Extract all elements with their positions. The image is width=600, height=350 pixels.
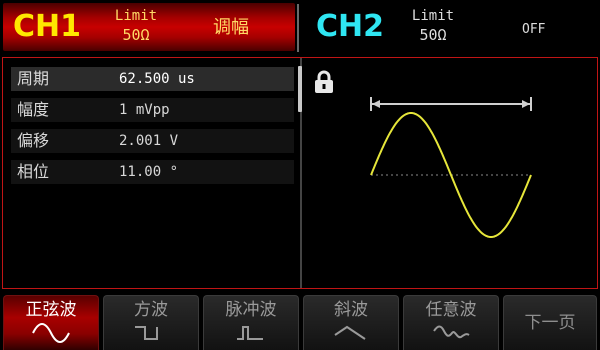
ch2-label: CH2 <box>316 9 384 44</box>
param-row-offset[interactable]: 偏移 2.001 V <box>11 129 294 153</box>
ramp-wave-icon <box>334 325 366 340</box>
channel-divider <box>297 4 299 52</box>
param-value: 2.001 V <box>119 133 179 149</box>
param-name: 周期 <box>17 69 50 88</box>
ch1-limit-label: Limit <box>114 8 158 24</box>
ch1-mode: 调幅 <box>213 17 249 38</box>
softkey-square[interactable]: 方波 <box>103 295 199 350</box>
ch2-panel[interactable]: CH2 Limit 50Ω OFF <box>300 3 597 51</box>
param-value: 1 mVpp <box>119 102 170 118</box>
softkey-label: 正弦波 <box>25 300 77 320</box>
sine-wave-icon <box>32 323 70 343</box>
ch2-output-state: OFF <box>522 22 546 37</box>
softkey-label: 方波 <box>134 300 168 320</box>
softkey-label: 任意波 <box>425 300 477 320</box>
scrollbar-thumb[interactable] <box>298 66 302 112</box>
softkey-pulse[interactable]: 脉冲波 <box>203 295 299 350</box>
param-name: 偏移 <box>17 131 50 150</box>
param-row-phase[interactable]: 相位 11.00 ° <box>11 160 294 184</box>
param-value: 11.00 ° <box>119 164 179 180</box>
softkey-next-page[interactable]: 下一页 <box>503 295 597 350</box>
pulse-wave-icon <box>237 326 263 340</box>
param-name: 相位 <box>17 162 50 181</box>
softkey-sine[interactable]: 正弦波 <box>3 295 99 350</box>
softkey-bar: 正弦波 方波 脉冲波 斜波 任意波 下一页 <box>0 295 600 350</box>
param-row-amplitude[interactable]: 幅度 1 mVpp <box>11 98 294 122</box>
main-panel: 周期 62.500 us 幅度 1 mVpp 偏移 2.001 V 相位 11.… <box>2 57 598 289</box>
ch1-impedance: 50Ω <box>122 26 150 44</box>
ch2-limit-label: Limit <box>411 8 455 24</box>
softkey-ramp[interactable]: 斜波 <box>303 295 399 350</box>
param-value: 62.500 us <box>119 71 195 87</box>
arbitrary-wave-icon <box>433 325 470 339</box>
ch1-label: CH1 <box>13 9 81 44</box>
ch1-panel[interactable]: CH1 Limit 50Ω 调幅 <box>3 3 295 51</box>
parameter-list: 周期 62.500 us 幅度 1 mVpp 偏移 2.001 V 相位 11.… <box>3 58 299 288</box>
softkey-label: 斜波 <box>334 300 368 320</box>
ch2-impedance: 50Ω <box>419 26 447 44</box>
period-marker <box>370 97 532 111</box>
softkey-label: 脉冲波 <box>225 300 277 320</box>
waveform-plot <box>370 97 532 238</box>
softkey-arbitrary[interactable]: 任意波 <box>403 295 499 350</box>
waveform-display <box>303 58 597 288</box>
channel-bar: CH1 Limit 50Ω 调幅 CH2 Limit 50Ω OFF <box>0 0 600 54</box>
param-name: 幅度 <box>17 100 50 119</box>
param-row-period[interactable]: 周期 62.500 us <box>11 67 294 91</box>
square-wave-icon <box>135 326 158 340</box>
softkey-label: 下一页 <box>524 313 576 333</box>
